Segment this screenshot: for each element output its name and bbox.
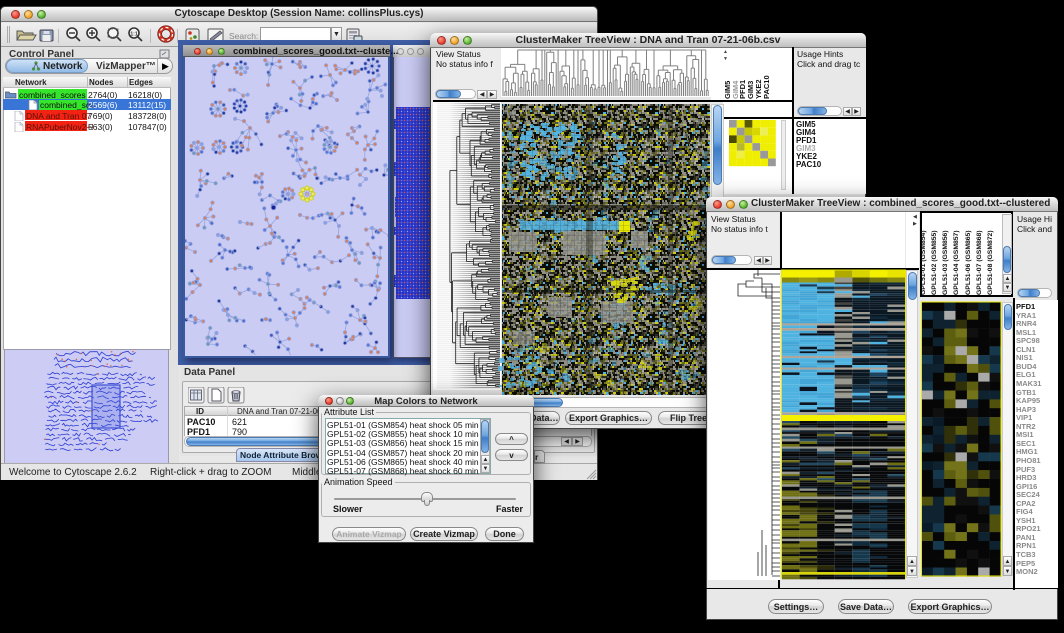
svg-text:1:1: 1:1 xyxy=(130,32,137,38)
